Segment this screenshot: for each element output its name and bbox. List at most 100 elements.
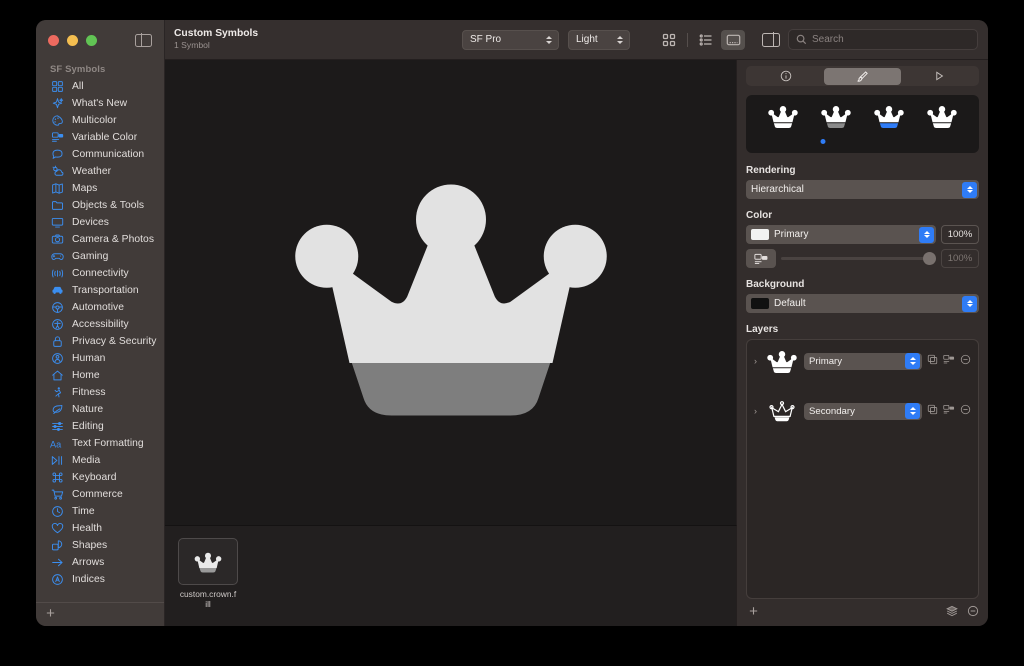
layer-disclosure-triangle[interactable]: › (751, 356, 760, 366)
sidebar-item-media[interactable]: Media (36, 452, 164, 469)
crown-symbol-large (276, 153, 626, 433)
background-select[interactable]: Default (746, 294, 979, 313)
layer-row[interactable]: › Secondary (751, 398, 971, 424)
sidebar-item-what-s-new[interactable]: What's New (36, 95, 164, 112)
grid-view-button[interactable] (657, 30, 681, 50)
font-popup-button[interactable]: SF Pro (462, 30, 559, 50)
sidebar-item-communication[interactable]: Communication (36, 146, 164, 163)
chevron-updown-icon (545, 33, 553, 46)
sidebar-item-devices[interactable]: Devices (36, 214, 164, 231)
sidebar-item-automotive[interactable]: Automotive (36, 299, 164, 316)
chevron-updown-icon (905, 353, 920, 369)
symbol-name-line2: ill (205, 599, 211, 609)
layer-disclosure-triangle[interactable]: › (751, 406, 760, 416)
variable-color-toggle[interactable] (746, 249, 776, 268)
layers-stack-icon[interactable] (946, 604, 958, 622)
layer-role-select[interactable]: Secondary (804, 403, 922, 420)
appearance-popup-button[interactable]: Light (568, 30, 630, 50)
sidebar-item-weather[interactable]: Weather (36, 163, 164, 180)
info-tab[interactable] (748, 68, 825, 85)
sidebar-item-indices[interactable]: Indices (36, 571, 164, 588)
sidebar-item-label: Variable Color (72, 132, 137, 143)
symbol-browser[interactable]: custom.crown.fill (165, 525, 737, 626)
list-item[interactable]: custom.crown.fill (177, 538, 239, 626)
color-select[interactable]: Primary (746, 225, 936, 244)
sidebar-item-transportation[interactable]: Transportation (36, 282, 164, 299)
slider-knob[interactable] (923, 252, 936, 265)
sidebar-item-camera-photos[interactable]: Camera & Photos (36, 231, 164, 248)
sidebar-item-objects-tools[interactable]: Objects & Tools (36, 197, 164, 214)
close-button[interactable] (48, 35, 59, 46)
variable-opacity-field[interactable]: 100% (941, 249, 979, 268)
playpause-icon (50, 454, 65, 467)
sidebar-item-maps[interactable]: Maps (36, 180, 164, 197)
sliders-icon (50, 420, 65, 433)
sidebar-item-nature[interactable]: Nature (36, 401, 164, 418)
sidebar-item-variable-color[interactable]: Variable Color (36, 129, 164, 146)
sidebar-item-home[interactable]: Home (36, 367, 164, 384)
remove-icon[interactable] (967, 604, 979, 622)
gallery-view-button[interactable] (721, 30, 745, 50)
search-input[interactable]: Search (788, 29, 978, 50)
sidebar-item-label: Multicolor (72, 115, 117, 126)
symbol-thumbnail[interactable] (178, 538, 238, 585)
sidebar-item-label: Arrows (72, 557, 104, 568)
render-preview-multicolor[interactable] (925, 103, 959, 135)
color-opacity-field[interactable]: 100% (941, 225, 979, 244)
add-library-button[interactable]: + (43, 607, 58, 622)
sidebar-section-header: SF Symbols (36, 62, 164, 78)
sidebar-item-label: Privacy & Security (72, 336, 156, 347)
sidebar-item-multicolor[interactable]: Multicolor (36, 112, 164, 129)
slider-track (781, 257, 936, 260)
sidebar-item-gaming[interactable]: Gaming (36, 248, 164, 265)
minimize-button[interactable] (67, 35, 78, 46)
duplicate-icon[interactable] (927, 352, 938, 370)
variable-color-slider[interactable] (781, 249, 936, 268)
zoom-button[interactable] (86, 35, 97, 46)
page-title: Custom Symbols (174, 28, 462, 40)
sidebar-item-shapes[interactable]: Shapes (36, 537, 164, 554)
sidebar-toggle-icon[interactable] (135, 34, 152, 47)
layer-role-select[interactable]: Primary (804, 353, 922, 370)
duplicate-icon[interactable] (927, 402, 938, 420)
symbol-canvas[interactable] (165, 60, 737, 525)
variable-color-icon[interactable] (943, 402, 955, 420)
render-preview-palette[interactable] (872, 103, 906, 135)
sidebar-item-label: Objects & Tools (72, 200, 144, 211)
rendering-select[interactable]: Hierarchical (746, 180, 979, 199)
render-preview-hierarchical[interactable] (819, 103, 853, 135)
add-layer-button[interactable]: + (746, 605, 761, 620)
variable-color-icon[interactable] (943, 352, 955, 370)
accessibility-icon (50, 318, 65, 331)
list-view-button[interactable] (694, 30, 718, 50)
remove-icon[interactable] (960, 402, 971, 420)
info-circle-icon (780, 70, 792, 82)
sidebar-item-keyboard[interactable]: Keyboard (36, 469, 164, 486)
sidebar-item-health[interactable]: Health (36, 520, 164, 537)
chevron-updown-icon (616, 33, 624, 46)
preview-tab[interactable] (901, 68, 978, 85)
variable-color-icon (754, 253, 768, 265)
inspector-toggle-icon[interactable] (762, 33, 780, 47)
sidebar-item-editing[interactable]: Editing (36, 418, 164, 435)
paintbrush-tab[interactable] (824, 68, 901, 85)
sidebar-item-human[interactable]: Human (36, 350, 164, 367)
render-preview-monochrome[interactable] (766, 103, 800, 135)
sidebar-item-text-formatting[interactable]: AaText Formatting (36, 435, 164, 452)
layer-row[interactable]: › Primary (751, 348, 971, 374)
sidebar-item-arrows[interactable]: Arrows (36, 554, 164, 571)
sidebar-item-privacy-security[interactable]: Privacy & Security (36, 333, 164, 350)
sidebar-item-label: Indices (72, 574, 105, 585)
variable-color-icon (50, 131, 65, 144)
sidebar-item-commerce[interactable]: Commerce (36, 486, 164, 503)
palette-icon (50, 114, 65, 127)
remove-icon[interactable] (960, 352, 971, 370)
sidebar-item-all[interactable]: All (36, 78, 164, 95)
sidebar-list[interactable]: SF Symbols AllWhat's New Multicolor Variab… (36, 60, 164, 602)
sidebar-item-connectivity[interactable]: Connectivity (36, 265, 164, 282)
layers-list[interactable]: › Primary › Secondary (746, 339, 979, 599)
sidebar-item-fitness[interactable]: Fitness (36, 384, 164, 401)
sidebar-item-accessibility[interactable]: Accessibility (36, 316, 164, 333)
layer-role-value: Primary (809, 356, 901, 367)
sidebar-item-time[interactable]: Time (36, 503, 164, 520)
